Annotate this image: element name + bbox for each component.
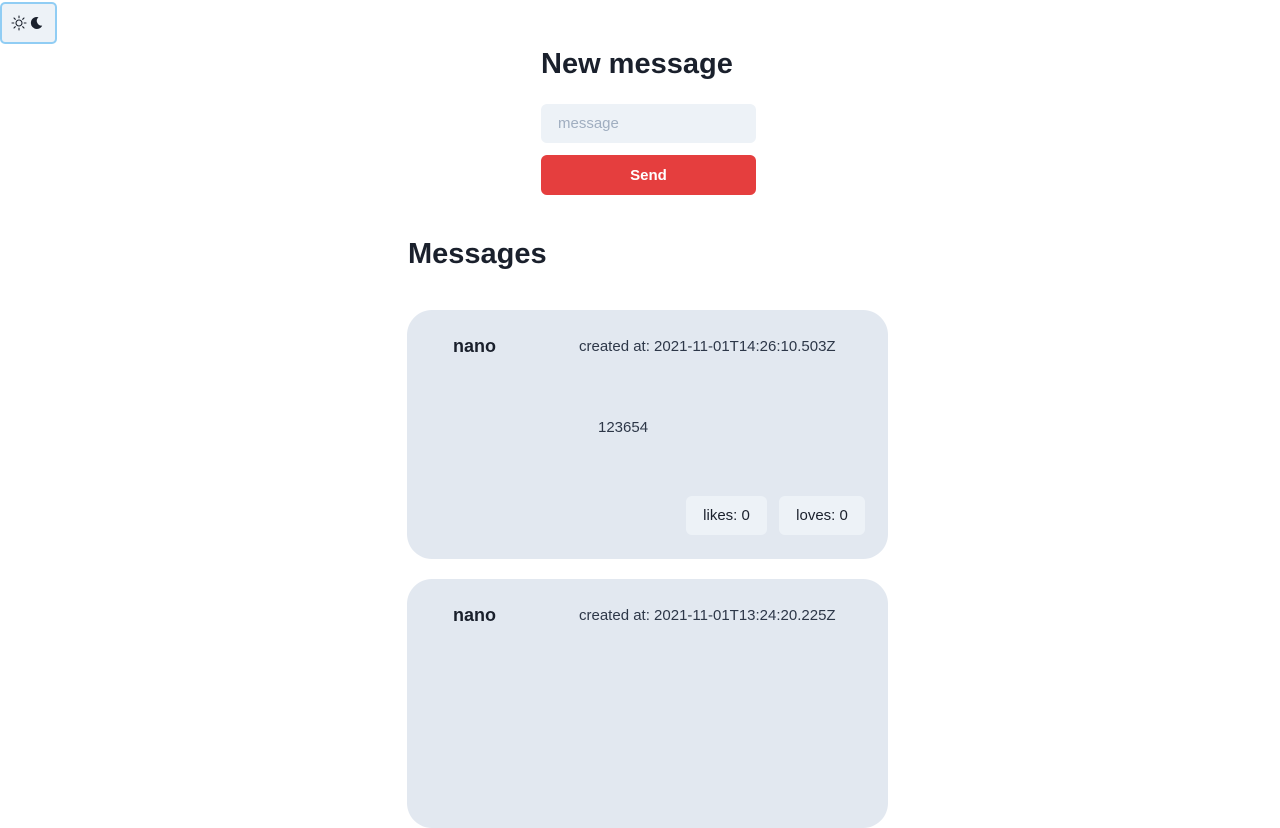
theme-toggle-button[interactable] — [0, 2, 57, 44]
message-body: 123654 — [598, 419, 649, 436]
send-button[interactable]: Send — [541, 155, 756, 195]
messages-title: Messages — [408, 238, 547, 270]
message-card: nano created at: 2021-11-01T13:24:20.225… — [407, 579, 888, 828]
message-author: nano — [453, 605, 496, 625]
new-message-title: New message — [541, 48, 733, 80]
sun-icon — [11, 15, 27, 31]
likes-button[interactable]: likes: 0 — [686, 496, 767, 535]
moon-icon — [28, 15, 44, 31]
loves-button[interactable]: loves: 0 — [779, 496, 865, 535]
message-author: nano — [453, 336, 496, 356]
new-message-form: New message Send — [541, 44, 756, 195]
message-card: nano created at: 2021-11-01T14:26:10.503… — [407, 310, 888, 559]
message-created-at: created at: 2021-11-01T13:24:20.225Z — [579, 607, 836, 624]
message-input[interactable] — [541, 104, 756, 143]
message-created-at: created at: 2021-11-01T14:26:10.503Z — [579, 338, 836, 355]
